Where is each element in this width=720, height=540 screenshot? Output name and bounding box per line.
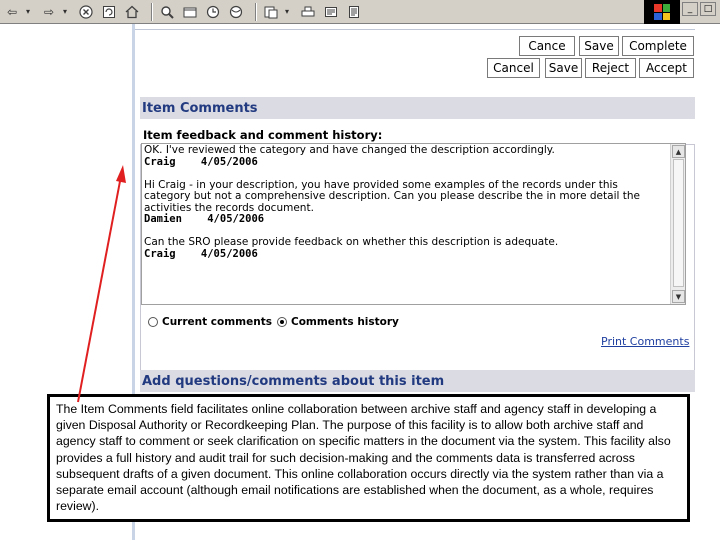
print-comments-link[interactable]: Print Comments (601, 335, 689, 348)
comment-author: Craig (144, 247, 176, 260)
comment-meta: Craig 4/05/2006 (144, 247, 667, 261)
discuss-icon[interactable] (345, 3, 363, 21)
back-icon[interactable]: ⇦ (3, 3, 21, 21)
radio-button-checked[interactable] (277, 317, 287, 327)
edit-icon[interactable] (322, 3, 340, 21)
radio-history-label: Comments history (291, 316, 399, 328)
back-dropdown-icon[interactable]: ▾ (26, 7, 34, 16)
comment-author: Craig (144, 155, 176, 168)
comment-date: 4/05/2006 (200, 155, 258, 168)
mail-dropdown-icon[interactable]: ▾ (285, 7, 293, 16)
forward-icon[interactable]: ⇨ (40, 3, 58, 21)
reject-button[interactable]: Reject (585, 58, 636, 78)
radio-current-label: Current comments (162, 316, 272, 328)
print-icon[interactable] (299, 3, 317, 21)
complete-button[interactable]: Complete (622, 36, 694, 56)
maximize-icon[interactable]: □ (700, 2, 716, 16)
stop-icon[interactable] (77, 3, 95, 21)
history-icon[interactable] (204, 3, 222, 21)
search-icon[interactable] (158, 3, 176, 21)
accept-button[interactable]: Accept (639, 58, 694, 78)
radio-button[interactable] (148, 317, 158, 327)
media-icon[interactable] (227, 3, 245, 21)
save-button-top[interactable]: Save (579, 36, 619, 56)
forward-dropdown-icon[interactable]: ▾ (63, 7, 71, 16)
windows-logo-icon (654, 4, 670, 20)
comment-date: 4/05/2006 (207, 213, 265, 225)
toolbar-separator (151, 2, 153, 21)
scroll-up-icon[interactable]: ▲ (672, 145, 685, 158)
item-comments-header: Item Comments (140, 97, 695, 119)
toolbar-separator (255, 2, 257, 21)
cancel-button[interactable]: Cancel (487, 58, 540, 78)
scroll-down-icon[interactable]: ▼ (672, 290, 685, 303)
cancel-button-top[interactable]: Cance (519, 36, 575, 56)
home-icon[interactable] (123, 3, 141, 21)
minimize-icon[interactable]: _ (682, 2, 698, 16)
top-strip (135, 24, 695, 30)
favorites-icon[interactable] (181, 3, 199, 21)
comment-date: 4/05/2006 (200, 247, 258, 260)
add-comments-header: Add questions/comments about this item (140, 370, 695, 392)
comment-history-text: OK. I've reviewed the category and have … (144, 144, 667, 272)
comment-entry: OK. I've reviewed the category and have … (144, 144, 667, 169)
comment-history-textarea[interactable]: OK. I've reviewed the category and have … (141, 143, 686, 305)
comment-entry: Hi Craig - in your description, you have… (144, 178, 667, 226)
comment-meta: Craig 4/05/2006 (144, 155, 667, 169)
comment-entry: Can the SRO please provide feedback on w… (144, 236, 667, 261)
refresh-icon[interactable] (100, 3, 118, 21)
history-label: Item feedback and comment history: (143, 128, 383, 142)
caption-text: The Item Comments field facilitates onli… (56, 402, 671, 514)
browser-toolbar: ⇦ ▾ ⇨ ▾ ▾ _ □ (0, 0, 720, 24)
browser-throbber (644, 0, 680, 24)
radio-current-comments[interactable]: Current comments (148, 316, 272, 328)
caption-box: The Item Comments field facilitates onli… (47, 394, 690, 522)
mail-icon[interactable] (262, 3, 280, 21)
add-comments-title: Add questions/comments about this item (142, 373, 445, 389)
item-comments-title: Item Comments (142, 100, 258, 116)
screen: { "browser": { "toolbar_icons": ["back-i… (0, 0, 720, 540)
save-button[interactable]: Save (545, 58, 582, 78)
comment-text: Hi Craig - in your description, you have… (144, 178, 640, 214)
history-scrollbar[interactable]: ▲ ▼ (670, 144, 685, 304)
radio-comments-history[interactable]: Comments history (277, 316, 399, 328)
scroll-thumb[interactable] (673, 159, 684, 287)
comment-meta: Damien 4/05/2006 (144, 213, 667, 226)
comment-author: Damien (144, 213, 182, 225)
